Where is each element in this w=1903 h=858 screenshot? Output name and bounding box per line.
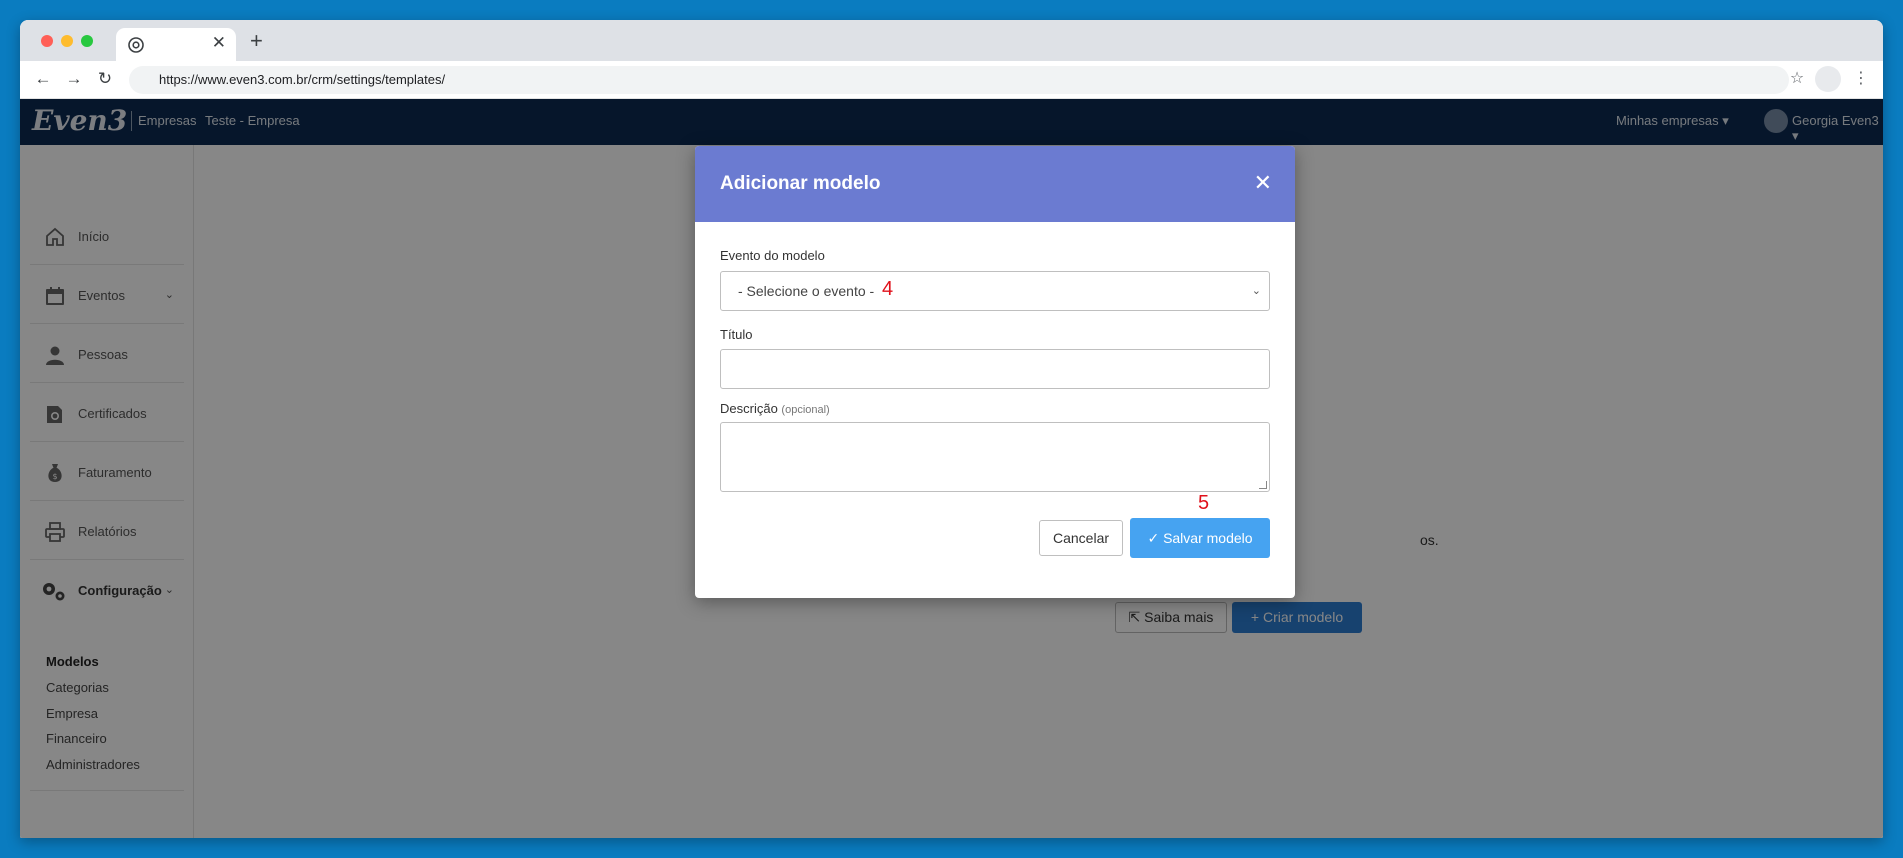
modal-header: Adicionar modelo ✕ xyxy=(695,146,1295,222)
save-template-button[interactable]: ✓ Salvar modelo xyxy=(1130,518,1270,558)
browser-profile-icon[interactable] xyxy=(1815,66,1841,92)
description-label-text: Descrição xyxy=(720,401,778,416)
tab-bar: ✕ + xyxy=(20,20,1883,61)
bookmark-star-icon[interactable]: ☆ xyxy=(1786,68,1808,90)
description-label: Descrição (opcional) xyxy=(720,401,830,416)
resize-grip-icon[interactable] xyxy=(1259,481,1267,489)
back-icon[interactable]: ← xyxy=(32,68,54,90)
close-window-button[interactable] xyxy=(41,35,53,47)
save-template-label: Salvar modelo xyxy=(1163,530,1253,546)
reload-icon[interactable]: ↻ xyxy=(94,68,116,90)
title-input[interactable] xyxy=(720,349,1270,389)
tab-close-icon[interactable]: ✕ xyxy=(212,33,226,53)
browser-menu-icon[interactable]: ⋮ xyxy=(1850,68,1872,90)
description-textarea[interactable] xyxy=(720,422,1270,492)
browser-tab[interactable]: ✕ xyxy=(116,28,236,61)
annotation-number: 5 xyxy=(1198,492,1210,514)
event-select[interactable]: - Selecione o evento - ⌄ xyxy=(720,271,1270,311)
event-select-value: - Selecione o evento - xyxy=(738,283,875,299)
annotation-number: 4 xyxy=(882,278,894,300)
checkmark-icon: ✓ xyxy=(1147,530,1160,546)
url-field[interactable]: https://www.even3.com.br/crm/settings/te… xyxy=(129,66,1789,94)
maximize-window-button[interactable] xyxy=(81,35,93,47)
cancel-button[interactable]: Cancelar xyxy=(1039,520,1123,556)
new-tab-button[interactable]: + xyxy=(250,29,263,53)
add-template-modal: Adicionar modelo ✕ Evento do modelo - Se… xyxy=(695,146,1295,598)
chevron-down-icon: ⌄ xyxy=(1251,285,1261,297)
modal-title: Adicionar modelo xyxy=(720,173,881,194)
close-icon[interactable]: ✕ xyxy=(1254,172,1272,194)
url-text: https://www.even3.com.br/crm/settings/te… xyxy=(159,72,446,87)
event-label: Evento do modelo xyxy=(720,248,825,263)
title-label: Título xyxy=(720,327,753,342)
chrome-favicon-icon xyxy=(128,37,144,53)
optional-tag: (opcional) xyxy=(781,404,830,416)
forward-icon[interactable]: → xyxy=(63,68,85,90)
browser-window: ✕ + ← → ↻ https://www.even3.com.br/crm/s… xyxy=(20,20,1883,838)
minimize-window-button[interactable] xyxy=(61,35,73,47)
address-bar: ← → ↻ https://www.even3.com.br/crm/setti… xyxy=(20,61,1883,99)
